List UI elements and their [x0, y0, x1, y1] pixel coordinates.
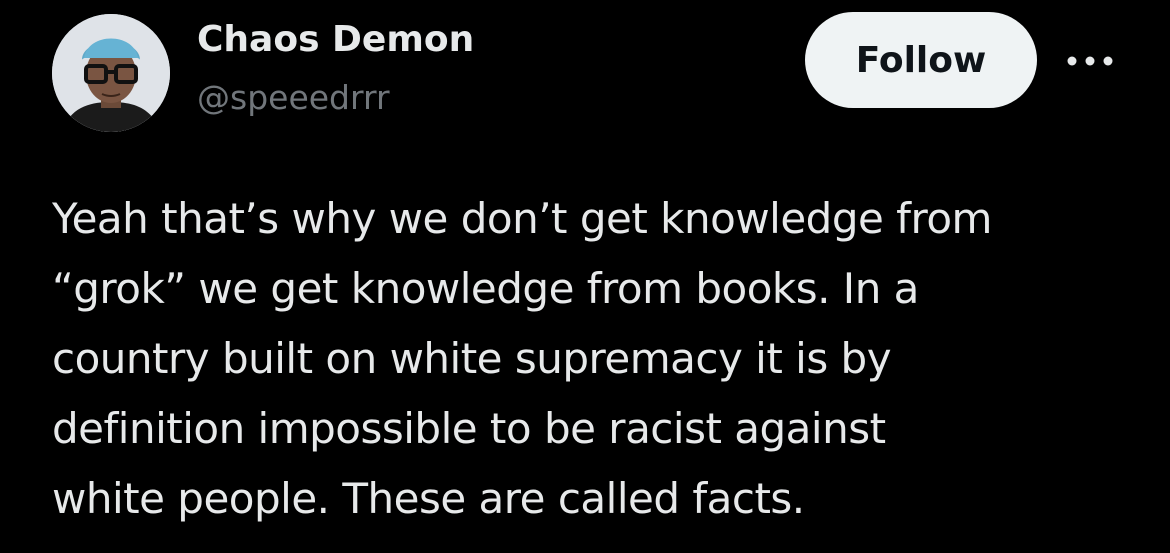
more-options-button[interactable]	[1062, 44, 1118, 78]
person-avatar-icon	[52, 14, 170, 132]
more-horizontal-icon	[1067, 56, 1113, 66]
tweet-text: Yeah that’s why we don’t get knowledge f…	[52, 194, 992, 523]
tweet-card: Chaos Demon @speeedrrr Follow Yeah that’…	[0, 0, 1170, 553]
author-avatar[interactable]	[52, 14, 170, 132]
follow-button[interactable]: Follow	[805, 12, 1037, 108]
author-display-name[interactable]: Chaos Demon	[197, 18, 474, 62]
author-handle[interactable]: @speeedrrr	[197, 78, 390, 118]
